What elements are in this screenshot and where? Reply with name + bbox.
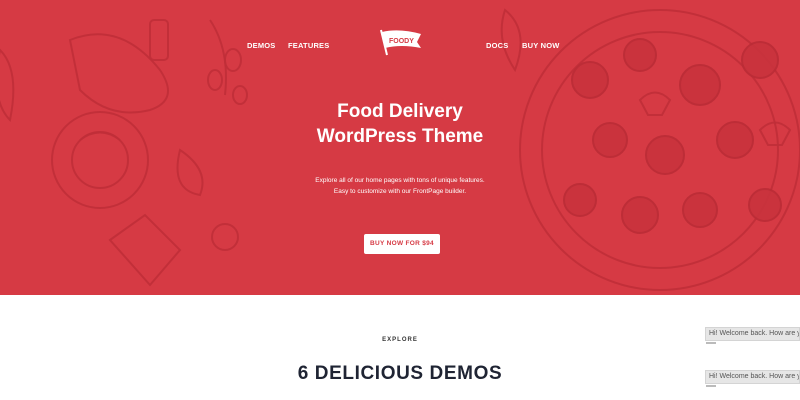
hero-section: DEMOS FEATURES DOCS BUY NOW FOODY Food D… — [0, 0, 800, 295]
chat-bubble-tail — [706, 385, 716, 387]
section-eyebrow: EXPLORE — [382, 337, 418, 343]
logo-flag-icon[interactable]: FOODY — [379, 28, 423, 56]
svg-text:FOODY: FOODY — [389, 38, 414, 45]
buy-now-button[interactable]: BUY NOW FOR $94 — [364, 234, 440, 254]
nav-docs[interactable]: DOCS — [486, 41, 508, 50]
hero-title-line2: WordPress Theme — [316, 126, 484, 147]
nav-features[interactable]: FEATURES — [288, 41, 329, 50]
section-title: 6 DELICIOUS DEMOS — [297, 363, 503, 384]
chat-bubble[interactable]: Hi! Welcome back. How are you — [705, 327, 800, 341]
hero-title-line1: Food Delivery — [337, 101, 463, 122]
chat-bubble-tail — [706, 342, 716, 344]
nav-demos[interactable]: DEMOS — [247, 41, 276, 50]
nav-buy-now[interactable]: BUY NOW — [522, 41, 560, 50]
hero-subtitle-line2: Easy to customize with our FrontPage bui… — [333, 188, 467, 195]
chat-bubble[interactable]: Hi! Welcome back. How are you — [705, 370, 800, 384]
